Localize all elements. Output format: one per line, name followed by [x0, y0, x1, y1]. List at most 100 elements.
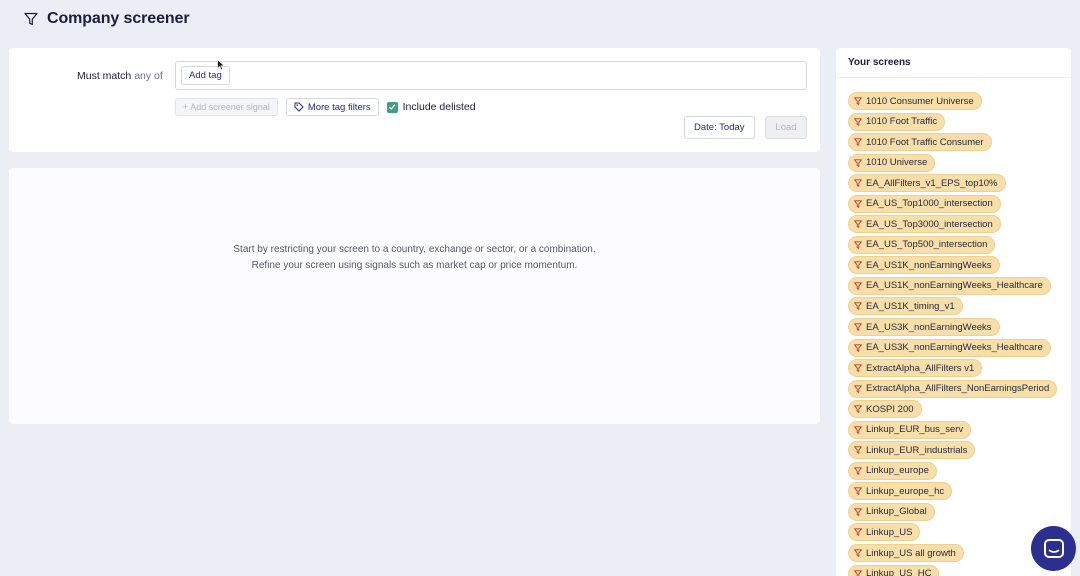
- screen-chip-label: Linkup_US all growth: [866, 547, 956, 559]
- filter-icon: [854, 385, 862, 393]
- filter-icon: [854, 323, 862, 331]
- filter-icon: [854, 569, 862, 576]
- screen-chip-label: 1010 Foot Traffic Consumer: [866, 136, 984, 148]
- screen-chip[interactable]: 1010 Foot Traffic: [848, 112, 946, 131]
- filter-icon: [854, 282, 862, 290]
- filter-icon: [854, 487, 862, 496]
- filter-icon: [854, 405, 862, 413]
- more-tag-filters-label: More tag filters: [307, 101, 371, 113]
- screen-chip[interactable]: Linkup_Global: [848, 502, 935, 521]
- filter-icon: [854, 158, 862, 167]
- checkmark-icon: [388, 104, 396, 110]
- screen-chip[interactable]: ExtractAlpha_AllFilters v1: [848, 359, 983, 378]
- page-title: Company screener: [47, 10, 190, 27]
- screen-chip[interactable]: EA_US_Top1000_intersection: [848, 194, 1001, 213]
- screen-chip-label: Linkup_europe: [866, 465, 929, 477]
- screen-chip-label: Linkup_EUR_bus_serv: [866, 424, 964, 436]
- filter-icon: [854, 364, 862, 372]
- screen-chip[interactable]: KOSPI 200: [848, 400, 922, 419]
- filter-icon: [854, 117, 862, 126]
- filter-icon: [854, 261, 862, 270]
- empty-state-line-1: Start by restricting your screen to a co…: [233, 244, 596, 255]
- empty-state-line-2: Refine your screen using signals such as…: [251, 260, 578, 271]
- screen-chip[interactable]: EA_US1K_nonEarningWeeks: [848, 256, 1000, 275]
- screen-chip[interactable]: EA_US_Top500_intersection: [848, 235, 996, 254]
- screen-chip[interactable]: Linkup_EUR_bus_serv: [848, 420, 972, 439]
- date-button[interactable]: Date: Today: [684, 116, 755, 139]
- include-delisted-checkbox[interactable]: [386, 101, 398, 113]
- screen-chip[interactable]: EA_US_Top3000_intersection: [848, 215, 1001, 234]
- screen-chip[interactable]: 1010 Universe: [848, 153, 936, 172]
- screen-chip[interactable]: 1010 Foot Traffic Consumer: [848, 133, 992, 152]
- any-of-text: any of: [134, 70, 163, 82]
- filter-icon: [854, 508, 862, 516]
- filter-icon: [854, 426, 862, 434]
- screen-chip-label: 1010 Consumer Universe: [866, 95, 974, 107]
- filter-icon: [854, 179, 862, 187]
- screen-chip-label: ExtractAlpha_AllFilters v1: [866, 362, 975, 374]
- screen-chip-label: KOSPI 200: [866, 403, 914, 415]
- screen-chip[interactable]: 1010 Consumer Universe: [848, 92, 982, 110]
- mouse-cursor-icon: [217, 59, 225, 71]
- chat-icon: [1043, 538, 1064, 558]
- screen-chip[interactable]: Linkup_EUR_industrials: [848, 441, 976, 460]
- screen-chip-label: Linkup_EUR_industrials: [866, 444, 968, 456]
- screen-chip[interactable]: EA_US1K_nonEarningWeeks_Healthcare: [848, 276, 1051, 295]
- filter-toolbar: + Add screener signal More tag filters I…: [175, 98, 476, 116]
- filter-icon: [854, 220, 862, 229]
- your-screens-title: Your screens: [836, 48, 1071, 78]
- screen-chip-label: EA_US1K_nonEarningWeeks_Healthcare: [866, 280, 1043, 292]
- tag-input[interactable]: Add tag: [175, 61, 807, 90]
- screen-chip[interactable]: Linkup_europe_hc: [848, 482, 953, 501]
- include-delisted-label: Include delisted: [402, 101, 476, 113]
- empty-state-message: Start by restricting your screen to a co…: [9, 242, 820, 274]
- screen-chip[interactable]: ExtractAlpha_AllFilters_NonEarningsPerio…: [848, 379, 1058, 398]
- more-tag-filters-button[interactable]: More tag filters: [285, 98, 379, 116]
- filter-icon: [854, 549, 862, 557]
- screen-chip[interactable]: EA_US3K_nonEarningWeeks: [848, 318, 1000, 337]
- filter-icon: [854, 138, 862, 146]
- screen-chip-label: Linkup_europe_hc: [866, 485, 945, 497]
- screen-chip-label: Linkup_US: [866, 526, 913, 538]
- filter-icon: [854, 200, 862, 208]
- screen-chip[interactable]: Linkup_US: [848, 523, 921, 542]
- screen-list: 1010 Consumer Universe 1010 Foot Traffic 1…: [848, 92, 1058, 576]
- screen-chip-label: EA_US1K_timing_v1: [866, 300, 955, 312]
- add-screener-signal-button[interactable]: + Add screener signal: [175, 98, 278, 116]
- screen-chip-label: EA_US3K_nonEarningWeeks: [866, 321, 992, 333]
- filter-card: Must match any of Add tag + Add screener…: [9, 48, 820, 152]
- screen-chip-label: EA_US3K_nonEarningWeeks_Healthcare: [866, 342, 1043, 354]
- screen-chip-label: EA_AllFilters_v1_EPS_top10%: [866, 177, 998, 189]
- must-match-label: Must match any of: [77, 70, 163, 82]
- your-screens-panel: Your screens 1010 Consumer Universe 1010 …: [836, 48, 1071, 576]
- screen-chip-label: Linkup_Global: [866, 506, 927, 518]
- results-panel: Start by restricting your screen to a co…: [9, 168, 820, 424]
- filter-icon: [24, 12, 38, 26]
- filter-icon: [854, 528, 862, 537]
- screen-chip-label: ExtractAlpha_AllFilters_NonEarningsPerio…: [866, 383, 1050, 395]
- include-delisted-toggle[interactable]: Include delisted: [386, 101, 476, 113]
- filter-icon: [854, 302, 862, 311]
- chat-button[interactable]: [1031, 526, 1076, 571]
- screen-chip[interactable]: EA_US1K_timing_v1: [848, 297, 963, 316]
- screen-chip-label: EA_US1K_nonEarningWeeks: [866, 259, 992, 271]
- screen-chip-label: EA_US_Top500_intersection: [866, 239, 988, 251]
- screen-chip-label: 1010 Foot Traffic: [866, 116, 938, 128]
- page-header: Company screener: [0, 0, 1080, 38]
- screen-chip[interactable]: Linkup_US_HC: [848, 564, 940, 576]
- filter-icon: [854, 467, 862, 475]
- filter-icon: [854, 241, 862, 249]
- screen-chip[interactable]: Linkup_US all growth: [848, 544, 964, 563]
- must-match-text: Must match: [77, 70, 132, 82]
- screen-chip-label: 1010 Universe: [866, 157, 928, 169]
- filter-icon: [854, 446, 862, 455]
- screen-chip-label: EA_US_Top3000_intersection: [866, 218, 993, 230]
- screen-chip-label: Linkup_US_HC: [866, 568, 932, 576]
- load-button[interactable]: Load: [765, 116, 807, 139]
- screen-chip[interactable]: EA_AllFilters_v1_EPS_top10%: [848, 174, 1006, 193]
- filter-icon: [854, 343, 862, 352]
- filter-icon: [854, 97, 862, 105]
- screen-chip[interactable]: Linkup_europe: [848, 461, 937, 480]
- screen-chip[interactable]: EA_US3K_nonEarningWeeks_Healthcare: [848, 338, 1051, 357]
- tag-icon: [294, 102, 304, 112]
